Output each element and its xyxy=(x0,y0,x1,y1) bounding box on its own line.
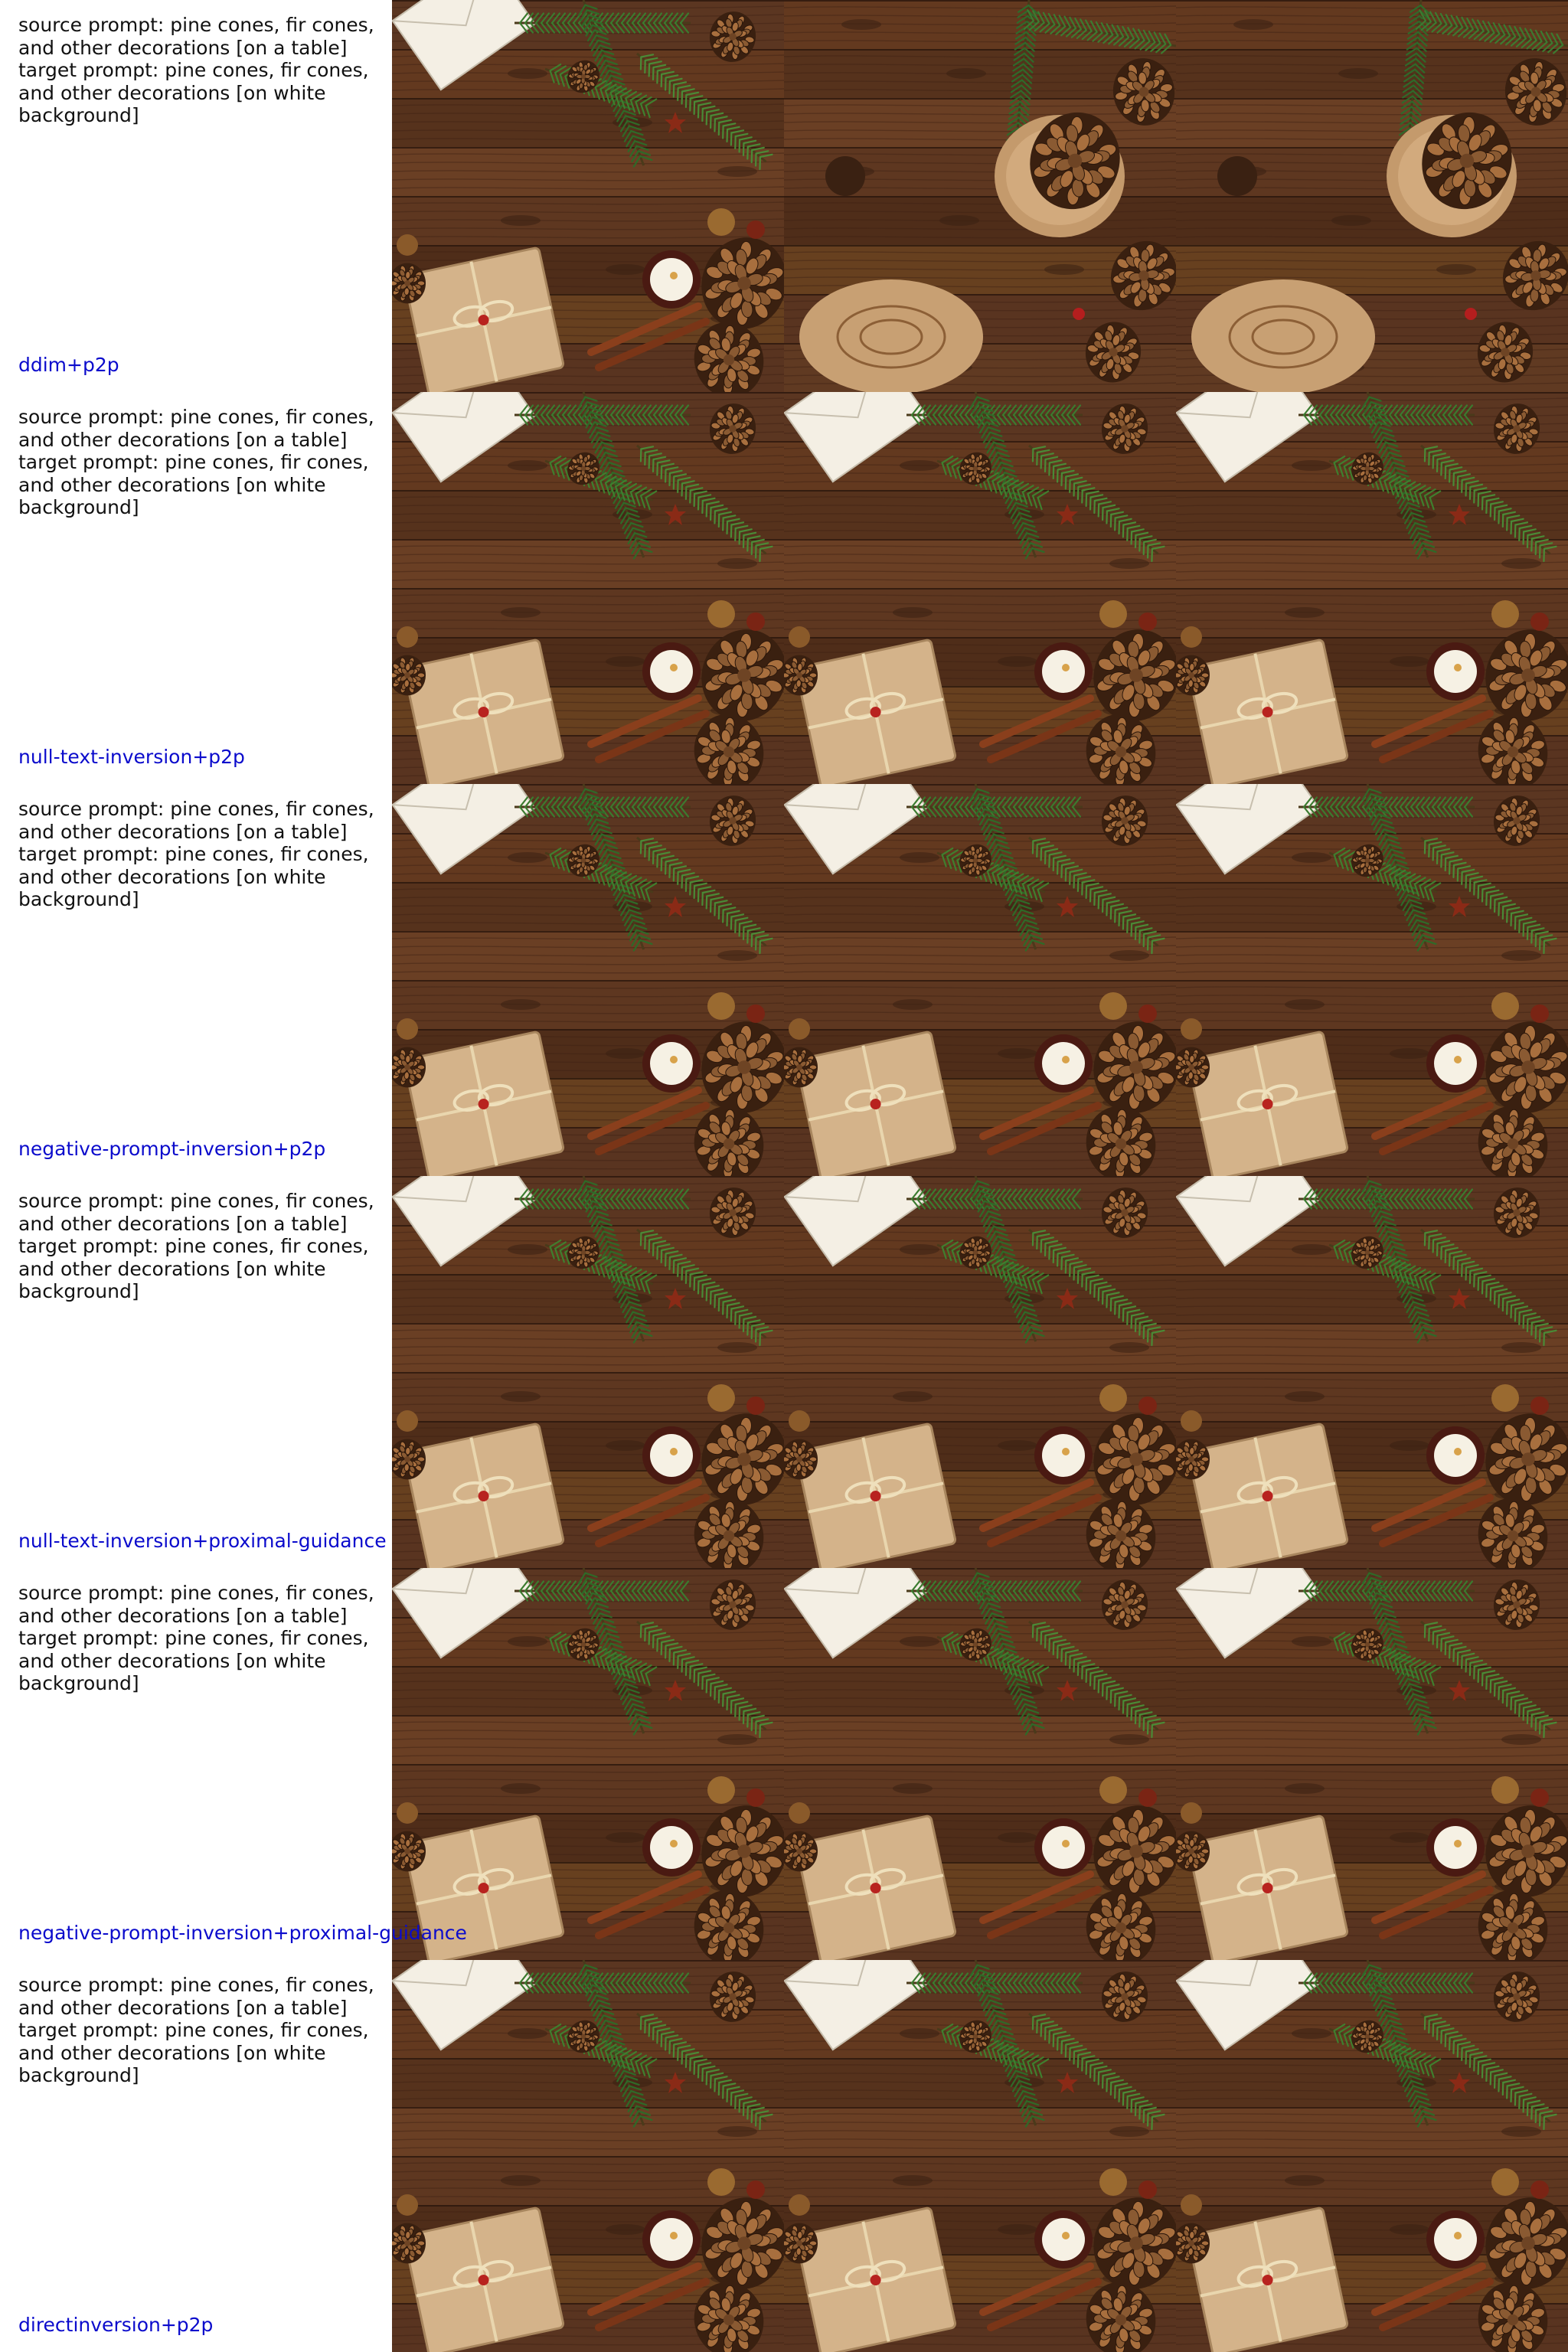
reconstruction-image xyxy=(784,1568,1176,1960)
prompt-text: source prompt: pine cones, fir cones, an… xyxy=(18,798,374,910)
reconstruction-image xyxy=(784,1176,1176,1568)
edited-image xyxy=(1176,1176,1568,1568)
reconstruction-image xyxy=(784,0,1176,392)
comparison-row: source prompt: pine cones, fir cones, an… xyxy=(0,1960,1568,2352)
method-label: negative-prompt-inversion+proximal-guida… xyxy=(18,1922,467,1944)
method-label: negative-prompt-inversion+p2p xyxy=(18,1138,326,1160)
method-label: null-text-inversion+proximal-guidance xyxy=(18,1530,387,1552)
comparison-grid: source prompt: pine cones, fir cones, an… xyxy=(0,0,1568,2352)
method-label: directinversion+p2p xyxy=(18,2314,214,2336)
comparison-row: source prompt: pine cones, fir cones, an… xyxy=(0,784,1568,1176)
method-label: ddim+p2p xyxy=(18,354,119,376)
edited-image xyxy=(1176,784,1568,1176)
reconstruction-image xyxy=(784,392,1176,784)
edited-image xyxy=(1176,1960,1568,2352)
row-label-column: source prompt: pine cones, fir cones, an… xyxy=(0,1960,392,2352)
edited-image xyxy=(1176,1568,1568,1960)
row-label-column: source prompt: pine cones, fir cones, an… xyxy=(0,1176,392,1568)
row-label-column: source prompt: pine cones, fir cones, an… xyxy=(0,0,392,392)
source-image xyxy=(392,1568,784,1960)
comparison-row: source prompt: pine cones, fir cones, an… xyxy=(0,0,1568,392)
comparison-row: source prompt: pine cones, fir cones, an… xyxy=(0,1176,1568,1568)
source-image xyxy=(392,1960,784,2352)
reconstruction-image xyxy=(784,1960,1176,2352)
prompt-text: source prompt: pine cones, fir cones, an… xyxy=(18,1190,374,1302)
reconstruction-image xyxy=(784,784,1176,1176)
source-image xyxy=(392,0,784,392)
comparison-row: source prompt: pine cones, fir cones, an… xyxy=(0,392,1568,784)
method-label: null-text-inversion+p2p xyxy=(18,746,245,768)
comparison-row: source prompt: pine cones, fir cones, an… xyxy=(0,1568,1568,1960)
prompt-text: source prompt: pine cones, fir cones, an… xyxy=(18,406,374,518)
edited-image xyxy=(1176,0,1568,392)
prompt-text: source prompt: pine cones, fir cones, an… xyxy=(18,1974,374,2086)
edited-image xyxy=(1176,392,1568,784)
row-label-column: source prompt: pine cones, fir cones, an… xyxy=(0,784,392,1176)
prompt-text: source prompt: pine cones, fir cones, an… xyxy=(18,14,374,126)
row-label-column: source prompt: pine cones, fir cones, an… xyxy=(0,1568,467,1960)
source-image xyxy=(392,392,784,784)
source-image xyxy=(392,784,784,1176)
row-label-column: source prompt: pine cones, fir cones, an… xyxy=(0,392,392,784)
source-image xyxy=(392,1176,784,1568)
prompt-text: source prompt: pine cones, fir cones, an… xyxy=(18,1582,374,1694)
